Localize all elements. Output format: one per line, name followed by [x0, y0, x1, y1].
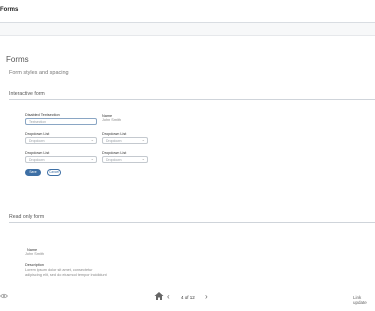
save-button[interactable]: Save [25, 169, 41, 176]
dropdown-select[interactable]: Dropdown ⌄ [102, 156, 148, 163]
dropdown-select[interactable]: Dropdown ⌄ [102, 137, 148, 144]
disabled-field-label: Disabled Textsection [25, 113, 60, 117]
cancel-button[interactable]: Cancel [47, 169, 61, 176]
chevron-down-icon: ⌄ [141, 156, 145, 161]
name-value: John Smith [102, 118, 121, 122]
dropdown-label: Dropdown List [102, 132, 127, 136]
page-content: Forms Form styles and spacing Interactiv… [0, 36, 375, 286]
dropdown-label: Dropdown List [25, 132, 50, 136]
app-header: Forms [0, 0, 375, 23]
page-indicator: 4 of 12 [181, 295, 195, 300]
chevron-down-icon: ⌄ [90, 156, 94, 161]
dropdown-placeholder: Dropdown [29, 158, 45, 162]
chevron-down-icon: ⌄ [141, 137, 145, 142]
readonly-name-value: John Smith [25, 252, 44, 256]
disabled-textsection-placeholder: Textsection [29, 120, 46, 124]
dropdown-placeholder: Dropdown [106, 139, 122, 143]
link-update[interactable]: Link update [353, 295, 375, 305]
dropdown-select[interactable]: Dropdown ⌄ [25, 137, 97, 144]
page-title: Forms [6, 55, 29, 64]
footer-bar: ‹ 4 of 12 › Link update [0, 286, 375, 311]
toolbar-strip [0, 23, 375, 36]
home-icon[interactable] [154, 291, 164, 301]
readonly-description-label: Description [25, 263, 44, 267]
section-divider [9, 222, 375, 223]
section-title-interactive: Interactive form [9, 91, 45, 97]
chevron-right-icon[interactable]: › [205, 292, 208, 301]
section-divider [9, 99, 375, 100]
eye-icon[interactable] [0, 293, 8, 299]
dropdown-placeholder: Dropdown [29, 139, 45, 143]
chevron-left-icon[interactable]: ‹ [167, 292, 170, 301]
dropdown-label: Dropdown List [102, 151, 127, 155]
disabled-textsection-input[interactable]: Textsection [25, 118, 97, 125]
section-title-readonly: Read only form [9, 214, 45, 220]
readonly-description-line: adipiscing elit, sed do eiusmod tempor i… [25, 273, 107, 277]
header-title: Forms [0, 7, 19, 13]
dropdown-placeholder: Dropdown [106, 158, 122, 162]
page-subtitle: Form styles and spacing [9, 70, 69, 76]
readonly-description-line: Lorem ipsum dolor sit amet, consectetur [25, 268, 93, 272]
chevron-down-icon: ⌄ [90, 137, 94, 142]
dropdown-label: Dropdown List [25, 151, 50, 155]
dropdown-select[interactable]: Dropdown ⌄ [25, 156, 97, 163]
